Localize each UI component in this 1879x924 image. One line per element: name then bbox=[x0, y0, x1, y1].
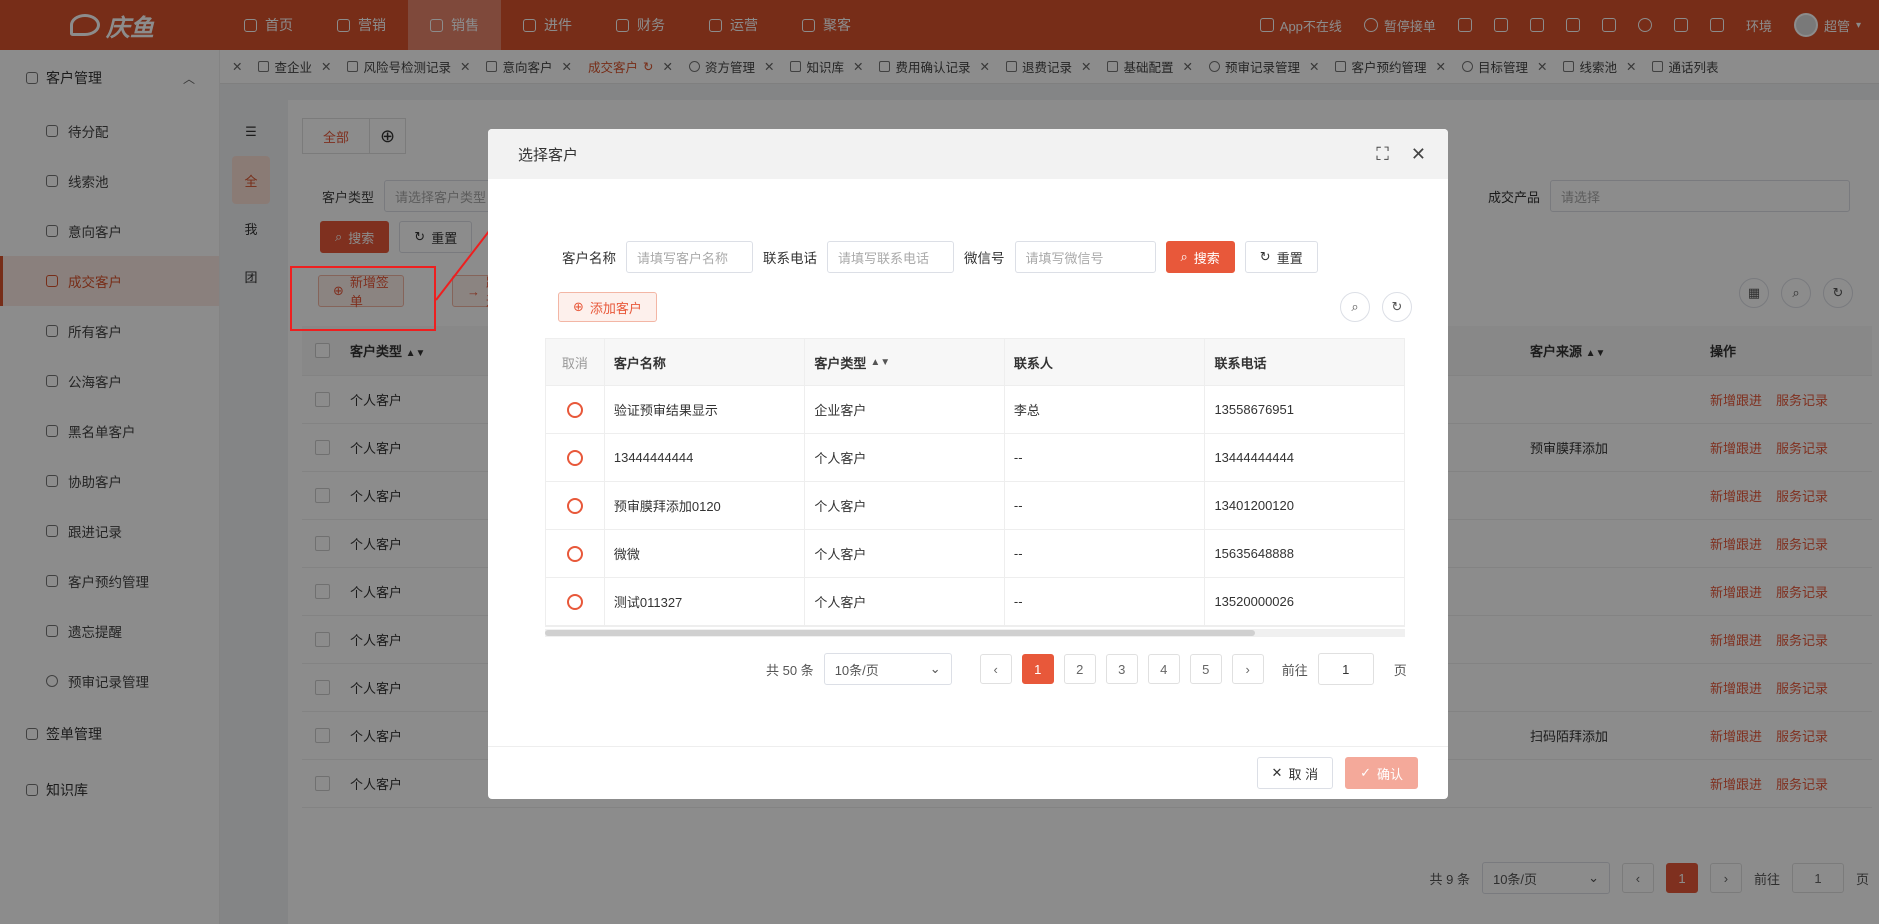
phone-input[interactable]: 请填写联系电话 bbox=[827, 241, 954, 273]
cell-phone: 13520000026 bbox=[1214, 594, 1294, 609]
add-customer-button[interactable]: ⊕ 添加客户 bbox=[558, 292, 657, 322]
phone-label: 联系电话 bbox=[763, 251, 817, 266]
btn-label: 搜索 bbox=[1193, 250, 1220, 266]
dialog-search-row: 客户名称 请填写客户名称 联系电话 请填写联系电话 微信号 请填写微信号 ⌕ 搜索… bbox=[562, 241, 1318, 273]
cell-contact: -- bbox=[1005, 434, 1206, 481]
goto-label: 前往 bbox=[1281, 662, 1308, 678]
cell-phone: 13444444444 bbox=[1214, 450, 1294, 465]
close-icon[interactable]: ✕ bbox=[1411, 144, 1426, 165]
select-customer-dialog: 选择客户 ⛶ ✕ 客户名称 请填写客户名称 联系电话 请填写联系电话 微信号 请… bbox=[488, 129, 1448, 799]
cell-name: 预审膜拜添加0120 bbox=[605, 482, 806, 529]
dialog-toolbar: ⊕ 添加客户 ⌕ ↻ bbox=[558, 292, 1420, 322]
cell-contact: -- bbox=[1005, 482, 1206, 529]
customer-table: 取消 客户名称 客户类型 ▲▼ 联系人 联系电话 验证预审结果显示 企业客户 李总… bbox=[545, 338, 1405, 627]
cell-name: 测试011327 bbox=[605, 578, 806, 625]
goto-page-input[interactable]: 1 bbox=[1317, 653, 1374, 685]
row-radio[interactable] bbox=[566, 593, 583, 610]
next-page-button[interactable]: › bbox=[1231, 654, 1264, 684]
dialog-reset-button[interactable]: ↻ 重置 bbox=[1244, 241, 1318, 273]
table-row[interactable]: 预审膜拜添加0120 个人客户 -- 13401200120 bbox=[546, 482, 1404, 530]
row-radio[interactable] bbox=[566, 449, 583, 466]
row-radio-cell bbox=[546, 434, 605, 481]
cell-name: 验证预审结果显示 bbox=[605, 386, 806, 433]
cell-type: 个人客户 bbox=[805, 530, 1005, 577]
sort-icon: ▲▼ bbox=[870, 356, 891, 368]
total-count: 共 50 条 bbox=[766, 662, 814, 678]
plus-circle-icon: ⊕ bbox=[573, 299, 584, 314]
page-5[interactable]: 5 bbox=[1189, 654, 1222, 684]
page-size-select[interactable]: 10条/页 ⌄ bbox=[823, 653, 952, 685]
row-radio-cell bbox=[546, 482, 605, 529]
wechat-input[interactable]: 请填写微信号 bbox=[1014, 241, 1156, 273]
table-row[interactable]: 测试011327 个人客户 -- 13520000026 bbox=[546, 578, 1404, 626]
page-2[interactable]: 2 bbox=[1063, 654, 1096, 684]
col-label: 客户类型 bbox=[814, 355, 867, 371]
col-phone: 联系电话 bbox=[1214, 355, 1267, 371]
dialog-header: 选择客户 ⛶ ✕ bbox=[488, 129, 1448, 179]
confirm-button[interactable]: ✓ 确认 bbox=[1345, 757, 1418, 789]
search-icon: ⌕ bbox=[1180, 249, 1188, 264]
cell-type: 个人客户 bbox=[805, 434, 1005, 481]
search-icon[interactable]: ⌕ bbox=[1340, 292, 1370, 322]
cell-phone: 13558676951 bbox=[1214, 402, 1294, 417]
btn-label: 添加客户 bbox=[589, 300, 642, 316]
dialog-footer: ✕ 取 消 ✓ 确认 bbox=[488, 746, 1448, 799]
cell-name: 13444444444 bbox=[605, 434, 806, 481]
col-name: 客户名称 bbox=[605, 339, 806, 385]
page-size-label: 10条/页 bbox=[834, 662, 879, 678]
dialog-search-button[interactable]: ⌕ 搜索 bbox=[1165, 241, 1235, 273]
row-radio[interactable] bbox=[566, 401, 583, 418]
table-header: 取消 客户名称 客户类型 ▲▼ 联系人 联系电话 bbox=[546, 339, 1404, 386]
scrollbar-thumb[interactable] bbox=[545, 630, 1255, 636]
cell-phone: 13401200120 bbox=[1214, 498, 1294, 513]
row-radio-cell bbox=[546, 530, 605, 577]
col-cancel[interactable]: 取消 bbox=[546, 339, 605, 385]
cell-type: 企业客户 bbox=[805, 386, 1005, 433]
btn-label: 取 消 bbox=[1288, 766, 1319, 782]
cell-type: 个人客户 bbox=[805, 578, 1005, 625]
cell-contact: 李总 bbox=[1005, 386, 1206, 433]
row-radio[interactable] bbox=[566, 545, 583, 562]
cell-name: 微微 bbox=[605, 530, 806, 577]
check-icon: ✓ bbox=[1360, 765, 1371, 780]
refresh-icon: ↻ bbox=[1259, 249, 1271, 264]
col-type[interactable]: 客户类型 ▲▼ bbox=[805, 339, 1005, 385]
fullscreen-icon[interactable]: ⛶ bbox=[1376, 144, 1389, 165]
row-radio-cell bbox=[546, 578, 605, 625]
name-label: 客户名称 bbox=[562, 251, 616, 266]
dialog-title: 选择客户 bbox=[518, 146, 579, 164]
btn-label: 重置 bbox=[1276, 250, 1303, 266]
horizontal-scrollbar[interactable] bbox=[545, 629, 1405, 637]
row-radio[interactable] bbox=[566, 497, 583, 514]
dialog-pagination: 共 50 条 10条/页 ⌄ ‹ 1 2 3 4 5 › 前往 1 页 bbox=[766, 653, 1407, 685]
cell-contact: -- bbox=[1005, 530, 1206, 577]
cancel-button[interactable]: ✕ 取 消 bbox=[1256, 757, 1334, 789]
chevron-down-icon: ⌄ bbox=[929, 661, 941, 676]
table-row[interactable]: 13444444444 个人客户 -- 13444444444 bbox=[546, 434, 1404, 482]
annotation-highlight-box bbox=[290, 266, 436, 331]
col-contact: 联系人 bbox=[1005, 339, 1206, 385]
close-icon: ✕ bbox=[1271, 765, 1283, 780]
btn-label: 确认 bbox=[1376, 766, 1403, 782]
cell-phone: 15635648888 bbox=[1214, 546, 1294, 561]
wechat-label: 微信号 bbox=[964, 251, 1005, 266]
table-row[interactable]: 微微 个人客户 -- 15635648888 bbox=[546, 530, 1404, 578]
page-unit: 页 bbox=[1393, 662, 1407, 678]
table-row[interactable]: 验证预审结果显示 企业客户 李总 13558676951 bbox=[546, 386, 1404, 434]
cell-type: 个人客户 bbox=[805, 482, 1005, 529]
page-1[interactable]: 1 bbox=[1021, 654, 1054, 684]
row-radio-cell bbox=[546, 386, 605, 433]
page-4[interactable]: 4 bbox=[1147, 654, 1180, 684]
cell-contact: -- bbox=[1005, 578, 1206, 625]
prev-page-button[interactable]: ‹ bbox=[979, 654, 1012, 684]
refresh-icon[interactable]: ↻ bbox=[1382, 292, 1412, 322]
page-3[interactable]: 3 bbox=[1105, 654, 1138, 684]
customer-name-input[interactable]: 请填写客户名称 bbox=[626, 241, 753, 273]
